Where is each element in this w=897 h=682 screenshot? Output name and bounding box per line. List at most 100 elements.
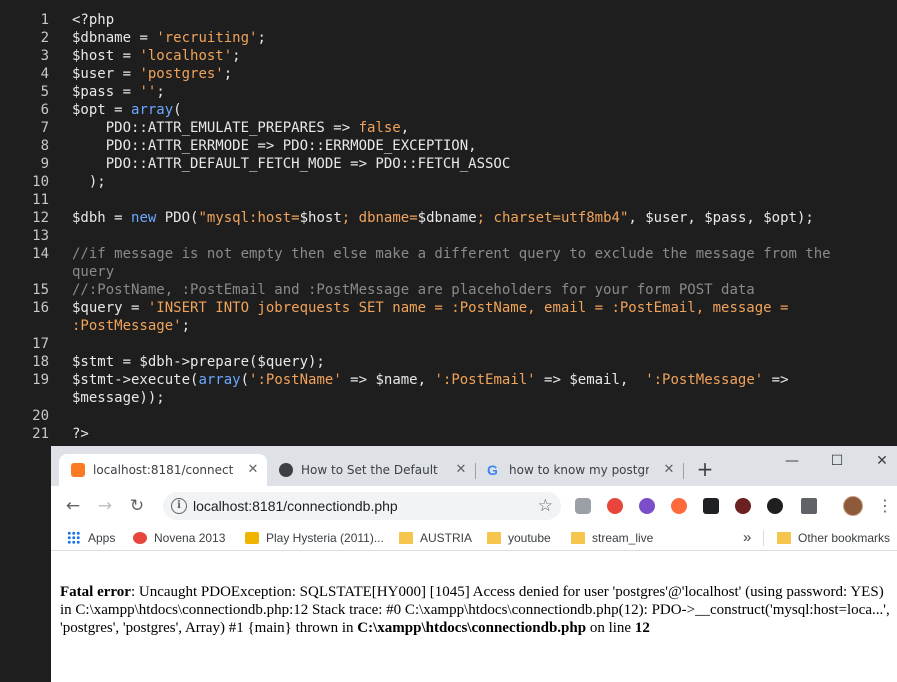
bookmark-play-hysteria[interactable]: Play Hysteria (2011)...	[245, 526, 384, 550]
code-string: :PostMessage'	[72, 318, 182, 334]
code-text: $dbh =	[72, 210, 132, 226]
code-variable: $user	[72, 66, 115, 82]
error-file: C:\xampp\htdocs\connectiondb.php	[357, 620, 587, 636]
code-line: 17	[0, 335, 897, 353]
code-keyword: array	[198, 372, 241, 388]
line-number: 16	[32, 300, 49, 316]
profile-avatar[interactable]	[843, 496, 863, 516]
code-keyword: array	[131, 102, 174, 118]
menu-icon[interactable]: ⋮	[877, 495, 893, 517]
code-line: 2 $dbname = 'recruiting';	[0, 29, 897, 47]
extension-icon[interactable]	[671, 498, 687, 514]
apps-icon	[67, 531, 80, 544]
tab-localhost[interactable]: localhost:8181/connectionc ✕	[59, 454, 267, 486]
code-string: ; dbname=	[341, 210, 418, 226]
code-comment: //if message is not empty then else make…	[72, 246, 831, 262]
code-text: => $name,	[341, 372, 435, 388]
line-number: 20	[32, 408, 49, 424]
arrow-left-icon: ←	[65, 496, 81, 516]
code-line-wrap: :PostMessage';	[0, 317, 897, 335]
bookmark-label: Play Hysteria (2011)...	[266, 531, 384, 545]
forward-button[interactable]: →	[93, 494, 117, 518]
close-icon[interactable]: ✕	[245, 462, 261, 478]
address-bar[interactable]: i ☆	[163, 492, 561, 520]
code-keyword: new	[131, 210, 157, 226]
bookmark-apps[interactable]: Apps	[67, 526, 115, 550]
code-comment: query	[72, 264, 115, 280]
reload-icon: ↻	[129, 496, 145, 516]
extension-icon[interactable]	[767, 498, 783, 514]
line-number: 7	[40, 120, 49, 136]
extension-icon[interactable]	[639, 498, 655, 514]
code-comment: //:PostName, :PostEmail and :PostMessage…	[72, 282, 755, 298]
code-operator: =	[114, 48, 140, 64]
code-text: PDO::ATTR_ERRMODE => PDO::ERRMODE_EXCEPT…	[72, 138, 477, 154]
tab-default-user[interactable]: How to Set the Default User ✕	[267, 454, 475, 486]
line-number: 3	[40, 48, 49, 64]
site-favicon-icon	[279, 463, 293, 477]
line-number: 11	[32, 192, 49, 208]
other-bookmarks[interactable]: Other bookmarks	[777, 526, 890, 550]
tab-title: How to Set the Default User	[301, 463, 441, 477]
code-punct: ;	[223, 66, 233, 82]
folder-icon	[487, 532, 501, 544]
line-number: 8	[40, 138, 49, 154]
close-icon[interactable]: ✕	[661, 462, 677, 478]
line-number: 18	[32, 354, 49, 370]
more-bookmarks-button[interactable]: »	[743, 526, 751, 550]
tab-title: localhost:8181/connectionc	[93, 463, 233, 477]
line-number: 1	[40, 12, 49, 28]
browser-toolbar: ← → ↻ i ☆ ⋮	[51, 486, 897, 526]
code-line: 8 PDO::ATTR_ERRMODE => PDO::ERRMODE_EXCE…	[0, 137, 897, 155]
line-number: 19	[32, 372, 49, 388]
reload-button[interactable]: ↻	[125, 494, 149, 518]
code-string: 'recruiting'	[156, 30, 258, 46]
tab-postgresql[interactable]: G how to know my postgresql ✕	[475, 454, 683, 486]
close-icon[interactable]: ✕	[453, 462, 469, 478]
bookmark-novena[interactable]: Novena 2013	[133, 526, 225, 550]
line-number: 14	[32, 246, 49, 262]
extension-icon[interactable]	[735, 498, 751, 514]
line-number: 4	[40, 66, 49, 82]
back-button[interactable]: ←	[61, 494, 85, 518]
bookmark-label: Apps	[88, 531, 116, 545]
code-punct: ,	[400, 120, 410, 136]
minimize-button[interactable]: —	[777, 452, 807, 470]
bookmark-youtube[interactable]: youtube	[487, 526, 551, 550]
code-line: 6 $opt = array(	[0, 101, 897, 119]
code-punct: ;	[181, 318, 191, 334]
line-number: 2	[40, 30, 49, 46]
code-text: , $user, $pass, $opt);	[628, 210, 814, 226]
code-text: $message));	[72, 390, 165, 406]
code-text: ?>	[72, 426, 89, 442]
code-line: 14 //if message is not empty then else ma…	[0, 245, 897, 263]
extension-shield-icon[interactable]	[607, 498, 623, 514]
code-line: 9 PDO::ATTR_DEFAULT_FETCH_MODE => PDO::F…	[0, 155, 897, 173]
code-line: 21 ?>	[0, 425, 897, 443]
code-punct: (	[173, 102, 182, 118]
tab-title: how to know my postgresql	[509, 463, 649, 477]
extension-icon[interactable]	[575, 498, 591, 514]
extension-icon[interactable]	[703, 498, 719, 514]
maximize-button[interactable]: ☐	[822, 452, 852, 470]
code-punct: (	[240, 372, 250, 388]
extension-eyedropper-icon[interactable]	[801, 498, 817, 514]
bookmark-stream-live[interactable]: stream_live	[571, 526, 653, 550]
line-number: 21	[32, 426, 49, 442]
new-tab-button[interactable]: +	[695, 459, 715, 479]
code-text: PDO::ATTR_DEFAULT_FETCH_MODE => PDO::FET…	[72, 156, 511, 172]
bookmark-star-icon[interactable]: ☆	[538, 496, 553, 516]
bookmark-austria[interactable]: AUSTRIA	[399, 526, 472, 550]
bookmark-label: youtube	[508, 531, 551, 545]
info-icon[interactable]: i	[171, 498, 187, 514]
code-text: PDO::ATTR_EMULATE_PREPARES =>	[72, 120, 359, 136]
code-line: 3 $host = 'localhost';	[0, 47, 897, 65]
code-text: <?php	[72, 12, 115, 28]
line-number: 5	[40, 84, 49, 100]
code-editor[interactable]: 1 <?php 2 $dbname = 'recruiting'; 3 $host =…	[0, 0, 897, 446]
window-close-button[interactable]: ✕	[867, 452, 897, 470]
line-number: 9	[40, 156, 49, 172]
code-variable: $host	[72, 48, 115, 64]
address-input[interactable]	[193, 496, 513, 516]
code-variable: $host	[299, 210, 342, 226]
